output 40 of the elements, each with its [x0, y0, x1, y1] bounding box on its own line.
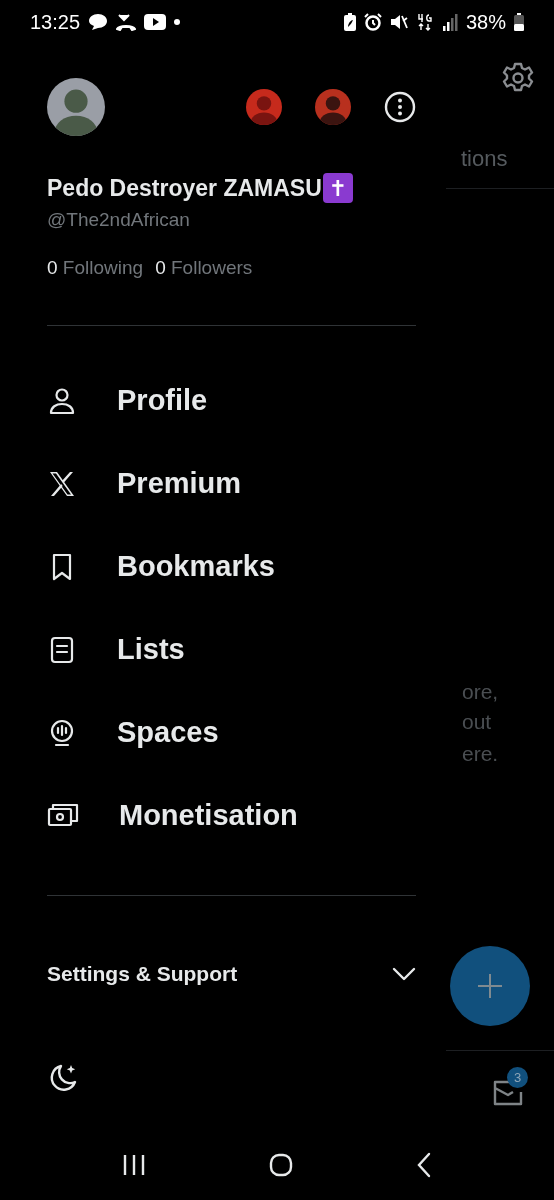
- chat-bubble-icon: [88, 13, 109, 31]
- user-handle: @The2ndAfrican: [47, 208, 191, 232]
- chevron-icon: [392, 966, 416, 981]
- status-time: 13:25: [30, 10, 81, 35]
- menu-item[interactable]: Profile: [47, 359, 416, 443]
- following-link[interactable]: 0 Following: [47, 254, 144, 283]
- menu-item[interactable]: Spaces: [47, 691, 416, 775]
- back-icon[interactable]: [416, 1152, 433, 1178]
- battery-percentage: 38%: [465, 10, 506, 35]
- signal-icon: [441, 13, 458, 31]
- avatar[interactable]: [47, 78, 105, 136]
- alarm-icon: [363, 13, 382, 31]
- more-options-icon[interactable]: [384, 91, 416, 123]
- avatar[interactable]: [315, 89, 351, 125]
- settings-support-toggle[interactable]: Settings & Support: [47, 933, 416, 1014]
- menu-item[interactable]: Bookmarks: [47, 525, 416, 609]
- unread-badge: 3: [507, 1067, 528, 1088]
- home-icon[interactable]: [269, 1153, 293, 1177]
- message-text: ere.: [462, 741, 499, 767]
- person-icon: [47, 386, 77, 416]
- missed-call-icon: [116, 13, 137, 31]
- avatar[interactable]: [246, 89, 282, 125]
- network-4g-icon: [415, 13, 434, 31]
- plus-icon: [477, 973, 503, 999]
- battery-saver-icon: [343, 13, 356, 31]
- dot-icon: [174, 19, 181, 25]
- display-name: Pedo Destroyer ZAMASU: [47, 173, 322, 203]
- mute-icon: [389, 13, 408, 31]
- settings-icon[interactable]: [502, 62, 534, 94]
- menu-item[interactable]: Lists: [47, 608, 416, 692]
- battery-icon: [514, 13, 524, 31]
- recent-apps-icon[interactable]: [121, 1153, 146, 1177]
- x-logo-icon: [47, 469, 77, 499]
- message-text: ore,: [462, 679, 499, 705]
- menu-item[interactable]: Premium: [47, 442, 416, 526]
- play-icon: [144, 14, 167, 30]
- menu-item[interactable]: Monetisation: [47, 774, 416, 858]
- cross-emoji: ✝: [322, 173, 353, 203]
- message-text: out: [462, 709, 492, 735]
- followers-link[interactable]: 0 Followers: [155, 254, 253, 283]
